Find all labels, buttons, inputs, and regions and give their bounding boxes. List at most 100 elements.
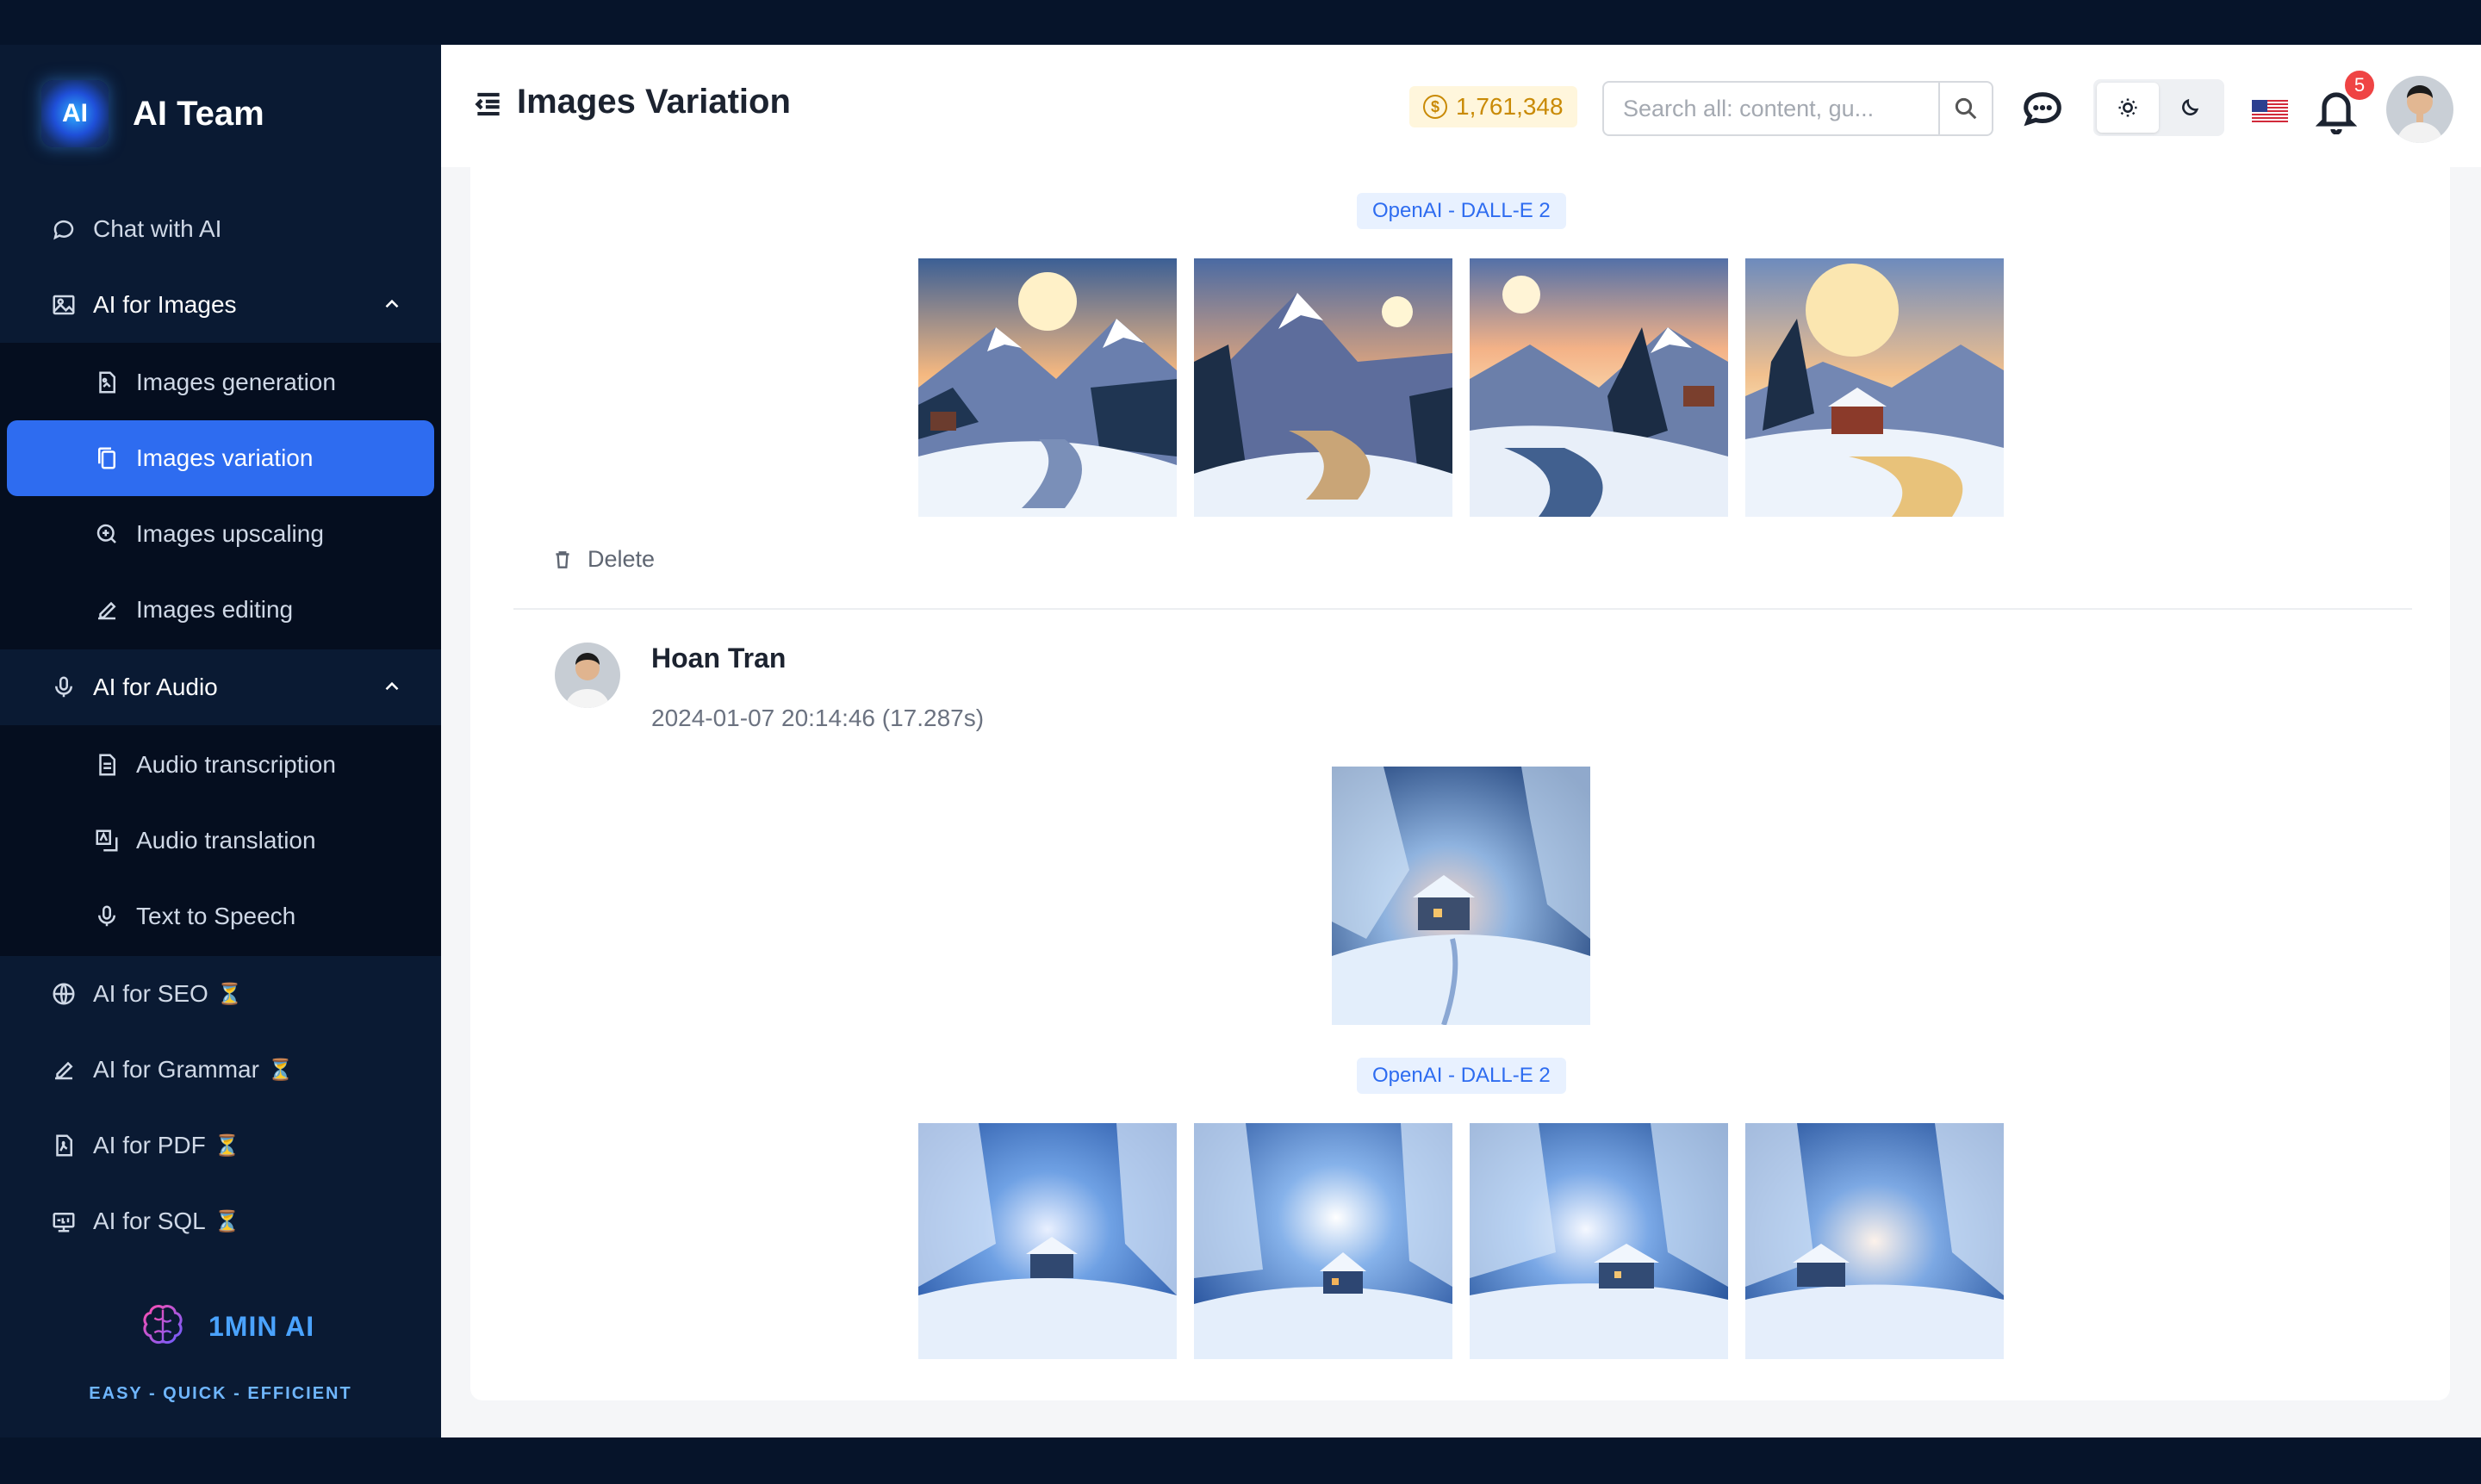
sidebar-item-label: Chat with AI [93, 215, 222, 242]
message-timestamp: 2024-01-07 20:14:46 (17.287s) [651, 705, 985, 731]
notification-count-badge: 5 [2343, 69, 2376, 102]
sidebar-item-ai-for-seo[interactable]: AI for SEO ⏳ [0, 956, 441, 1032]
sidebar-item-images-upscaling[interactable]: Images upscaling [7, 496, 434, 572]
sidebar: AI AI Team Chat with AI AI for Images Im… [0, 45, 441, 1437]
copy-icon [93, 444, 121, 472]
variation-image[interactable] [1194, 1123, 1452, 1359]
sidebar-item-ai-for-grammar[interactable]: AI for Grammar ⏳ [0, 1032, 441, 1108]
sidebar-item-label: AI for SQL [93, 1208, 206, 1234]
sidebar-item-label: AI for PDF [93, 1132, 206, 1158]
sidebar-item-ai-for-sql[interactable]: AI for SQL ⏳ [0, 1183, 441, 1259]
variation-image[interactable] [918, 258, 1177, 517]
variation-image[interactable] [1470, 1123, 1728, 1359]
credits-badge[interactable]: $ 1,761,348 [1409, 86, 1577, 127]
sidebar-item-label: Audio transcription [136, 751, 336, 778]
page-title: Images Variation [517, 83, 791, 121]
search-box [1602, 81, 1993, 136]
sidebar-item-label: Images generation [136, 369, 336, 395]
sidebar-item-text-to-speech[interactable]: Text to Speech [7, 879, 434, 954]
trash-icon [556, 550, 569, 568]
translate-icon [93, 827, 121, 854]
variation-image[interactable] [918, 1123, 1177, 1359]
variation-images-row [918, 1123, 2004, 1359]
us-flag-icon[interactable] [2252, 100, 2288, 122]
search-icon [1955, 97, 1977, 120]
sidebar-item-audio-transcription[interactable]: Audio transcription [7, 727, 434, 803]
hourglass-icon: ⏳ [267, 1058, 294, 1082]
sidebar-item-images-generation[interactable]: Images generation [7, 345, 434, 420]
message-user-name: Hoan Tran [651, 643, 787, 674]
hourglass-icon: ⏳ [214, 1209, 240, 1233]
sidebar-item-chat-with-ai[interactable]: Chat with AI [0, 191, 441, 267]
footer-brand-name: 1MIN AI [208, 1310, 315, 1342]
sidebar-item-images-variation[interactable]: Images variation [7, 420, 434, 496]
submenu-images: Images generation Images variation Image… [0, 343, 441, 649]
variation-images-row [918, 258, 2004, 517]
sidebar-item-label: Images editing [136, 596, 294, 623]
search-button[interactable] [1938, 83, 1992, 134]
model-tag: OpenAI - DALL-E 2 [1357, 1058, 1566, 1094]
variation-image[interactable] [1745, 1123, 2004, 1359]
microphone-icon [50, 674, 78, 701]
sidebar-item-label: Images upscaling [136, 520, 324, 547]
sidebar-item-label: Text to Speech [136, 903, 296, 929]
footer-logo: 1MIN AI [138, 1301, 314, 1351]
image-icon [50, 291, 78, 319]
delete-label: Delete [588, 546, 656, 572]
sidebar-menu: Chat with AI AI for Images Images genera… [0, 191, 441, 1259]
main-area: Images Variation $ 1,761,348 Search all:… [441, 45, 2481, 1437]
user-avatar[interactable] [2386, 76, 2453, 143]
brand-name: AI Team [133, 94, 264, 133]
menu-toggle-icon[interactable] [472, 88, 505, 121]
submenu-audio: Audio transcription Audio translation Te… [0, 725, 441, 956]
credits-value: 1,761,348 [1456, 93, 1564, 120]
file-text-icon [93, 751, 121, 779]
sidebar-item-label: Images variation [136, 444, 314, 471]
chat-icon [50, 215, 78, 243]
message-avatar [555, 643, 620, 708]
microphone-icon [93, 903, 121, 930]
globe-icon [50, 980, 78, 1008]
edit-icon [50, 1056, 78, 1084]
brand-logo-icon: AI [41, 80, 109, 147]
message-divider [513, 608, 2412, 610]
sidebar-item-label: AI for Grammar [93, 1056, 259, 1083]
chevron-up-icon[interactable] [381, 675, 403, 698]
edit-icon [93, 596, 121, 624]
content-panel: OpenAI - DALL-E 2 Delete Hoan Tran 2024-… [470, 167, 2450, 1400]
dark-mode-button[interactable] [2159, 83, 2221, 133]
brand[interactable]: AI AI Team [41, 79, 264, 148]
top-header: Images Variation $ 1,761,348 Search all:… [441, 45, 2481, 167]
sun-icon [2118, 98, 2137, 117]
sql-icon [50, 1208, 78, 1235]
sidebar-item-label: AI for Audio [93, 674, 218, 700]
file-image-icon [93, 369, 121, 396]
sidebar-item-label: Audio translation [136, 827, 316, 854]
delete-button[interactable]: Delete [551, 546, 655, 573]
sidebar-footer: 1MIN AI EASY - QUICK - EFFICIENT [0, 1282, 441, 1437]
brain-icon [143, 1305, 183, 1344]
hourglass-icon: ⏳ [216, 982, 243, 1006]
pdf-icon [50, 1132, 78, 1159]
theme-toggle [2093, 79, 2224, 136]
variation-image[interactable] [1745, 258, 2004, 517]
sidebar-item-label: AI for Images [93, 291, 237, 318]
variation-image[interactable] [1194, 258, 1452, 517]
source-image[interactable] [1332, 767, 1590, 1026]
footer-tagline: EASY - QUICK - EFFICIENT [89, 1384, 352, 1403]
sidebar-item-ai-for-audio[interactable]: AI for Audio [0, 649, 441, 725]
variation-image[interactable] [1470, 258, 1728, 517]
moon-icon [2182, 98, 2199, 115]
chevron-up-icon[interactable] [381, 293, 403, 315]
dollar-coin-icon: $ [1423, 95, 1447, 119]
hourglass-icon: ⏳ [214, 1133, 240, 1158]
model-tag: OpenAI - DALL-E 2 [1357, 193, 1566, 229]
search-input[interactable] [1604, 84, 1938, 133]
zoom-in-icon [93, 520, 121, 548]
sidebar-item-images-editing[interactable]: Images editing [7, 572, 434, 648]
chat-bubbles-icon[interactable] [2019, 86, 2066, 133]
sidebar-item-audio-translation[interactable]: Audio translation [7, 803, 434, 879]
sidebar-item-ai-for-images[interactable]: AI for Images [0, 267, 441, 343]
sidebar-item-ai-for-pdf[interactable]: AI for PDF ⏳ [0, 1108, 441, 1183]
light-mode-button[interactable] [2097, 83, 2159, 133]
